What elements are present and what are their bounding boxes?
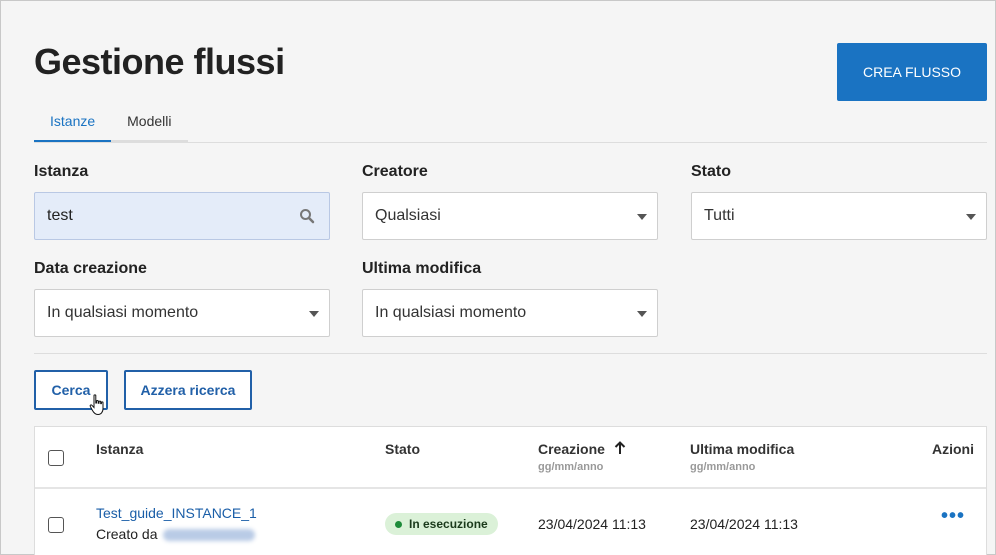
filters-divider bbox=[34, 353, 987, 354]
column-header-created-label: Creazione bbox=[538, 441, 605, 457]
created-date-cell: 23/04/2024 11:13 bbox=[538, 516, 646, 532]
table-header: Istanza Stato Creazione gg/mm/anno Ultim… bbox=[35, 427, 986, 489]
column-header-status[interactable]: Stato bbox=[385, 441, 420, 457]
status-filter-label: Stato bbox=[691, 163, 731, 180]
created-date-value: In qualsiasi momento bbox=[47, 304, 199, 321]
sort-arrow-up-icon bbox=[614, 441, 626, 454]
status-badge: In esecuzione bbox=[385, 513, 498, 535]
row-checkbox[interactable] bbox=[48, 517, 64, 533]
column-subheader-modified: gg/mm/anno bbox=[690, 461, 756, 473]
tab-modelli[interactable]: Modelli bbox=[111, 106, 188, 143]
chevron-down-icon bbox=[637, 214, 647, 220]
modified-date-cell: 23/04/2024 11:13 bbox=[690, 516, 798, 532]
modified-date-select[interactable]: In qualsiasi momento bbox=[362, 289, 658, 337]
column-header-instance[interactable]: Istanza bbox=[96, 441, 143, 457]
column-header-created[interactable]: Creazione bbox=[538, 441, 626, 457]
created-date-select[interactable]: In qualsiasi momento bbox=[34, 289, 330, 337]
redacted-creator-name bbox=[163, 529, 256, 542]
tab-istanze[interactable]: Istanze bbox=[34, 106, 112, 143]
reset-search-button[interactable]: Azzera ricerca bbox=[124, 370, 252, 410]
instance-search-field[interactable] bbox=[34, 192, 330, 240]
select-all-checkbox[interactable] bbox=[48, 450, 64, 466]
status-select-value: Tutti bbox=[704, 207, 735, 224]
column-subheader-created: gg/mm/anno bbox=[538, 461, 604, 473]
modified-filter-label: Ultima modifica bbox=[362, 260, 482, 277]
status-select[interactable]: Tutti bbox=[691, 192, 987, 240]
instances-table: Istanza Stato Creazione gg/mm/anno Ultim… bbox=[34, 426, 987, 555]
tabs-divider bbox=[34, 142, 987, 143]
create-flow-button[interactable]: CREA FLUSSO bbox=[837, 43, 987, 101]
chevron-down-icon bbox=[637, 311, 647, 317]
column-header-modified[interactable]: Ultima modifica bbox=[690, 441, 794, 457]
column-header-actions: Azioni bbox=[932, 441, 974, 457]
more-actions-icon[interactable]: ••• bbox=[941, 505, 965, 528]
created-by-prefix: Creato da bbox=[96, 526, 158, 542]
search-icon[interactable] bbox=[299, 208, 315, 224]
creator-filter-label: Creatore bbox=[362, 163, 428, 180]
chevron-down-icon bbox=[309, 311, 319, 317]
tab-bar: Istanze Modelli bbox=[34, 106, 188, 143]
hand-cursor-icon bbox=[89, 394, 104, 416]
modified-date-value: In qualsiasi momento bbox=[375, 304, 527, 321]
created-by-text: Creato da bbox=[96, 526, 256, 542]
creator-select[interactable]: Qualsiasi bbox=[362, 192, 658, 240]
page-title: Gestione flussi bbox=[34, 41, 285, 82]
chevron-down-icon bbox=[966, 214, 976, 220]
creator-select-value: Qualsiasi bbox=[375, 207, 441, 224]
instance-name-link[interactable]: Test_guide_INSTANCE_1 bbox=[96, 505, 257, 521]
created-filter-label: Data creazione bbox=[34, 260, 147, 277]
instance-search-input[interactable] bbox=[47, 207, 317, 225]
instance-filter-label: Istanza bbox=[34, 163, 89, 180]
